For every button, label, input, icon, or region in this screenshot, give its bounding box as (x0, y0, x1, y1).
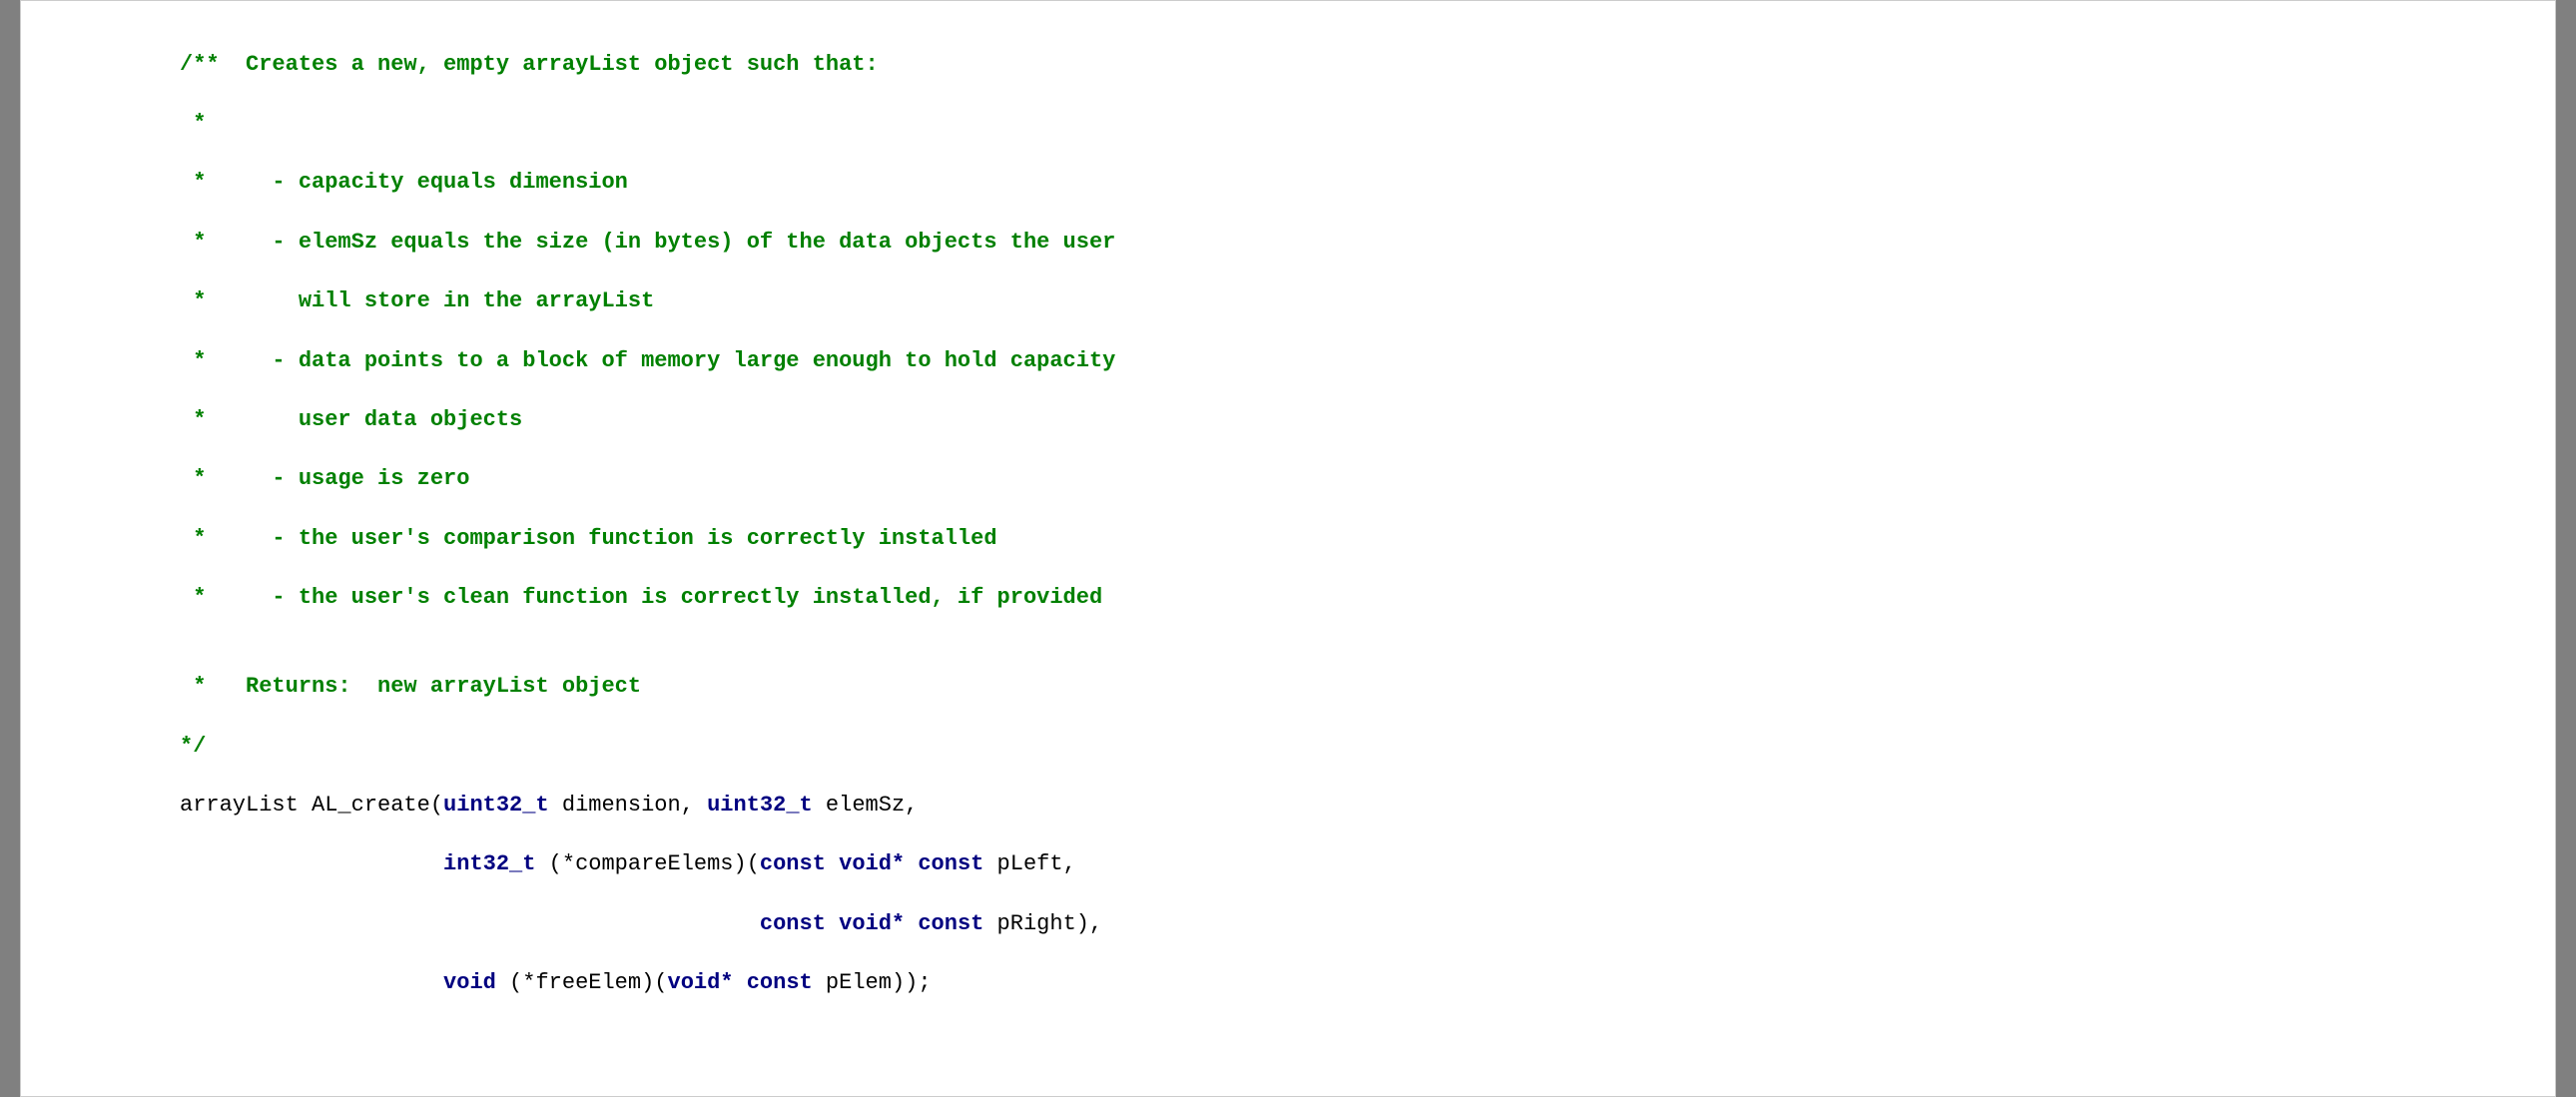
comment-line: * user data objects (180, 407, 522, 432)
comment-line: */ (180, 734, 206, 759)
comment-line: * - usage is zero (180, 466, 469, 491)
type-keyword: void (443, 970, 496, 995)
signature-line-4: void (*freeElem)(void* const pElem)); (180, 968, 2556, 998)
comment-line: /** Creates a new, empty arrayList objec… (180, 52, 879, 77)
const-keyword: const (760, 851, 826, 876)
const-keyword: const (760, 911, 826, 936)
code-text: pRight), (983, 911, 1102, 936)
signature-line-1: arrayList AL_create(uint32_t dimension, … (180, 791, 2556, 821)
code-text (826, 911, 839, 936)
code-text: pElem)); (813, 970, 932, 995)
code-text (734, 970, 747, 995)
code-text (905, 851, 918, 876)
signature-line-3: const void* const pRight), (180, 909, 2556, 939)
comment-line: * - the user's comparison function is co… (180, 526, 997, 551)
const-keyword: const (918, 911, 983, 936)
code-text: pLeft, (983, 851, 1075, 876)
comment-line: * (180, 111, 206, 136)
const-keyword: const (918, 851, 983, 876)
code-text (826, 851, 839, 876)
code-text (180, 970, 443, 995)
comment-line: * Returns: new arrayList object (180, 674, 641, 699)
type-keyword: void* (839, 851, 905, 876)
code-text: (*compareElems)( (535, 851, 759, 876)
comment-line: * - elemSz equals the size (in bytes) of… (180, 230, 1115, 255)
code-text: elemSz, (813, 793, 919, 818)
comment-line: * - data points to a block of memory lar… (180, 348, 1115, 373)
type-keyword: int32_t (443, 851, 535, 876)
comment-line: * - the user's clean function is correct… (180, 585, 1102, 610)
type-keyword: void* (668, 970, 734, 995)
comment-line: * will store in the arrayList (180, 288, 654, 313)
comment-line: * - capacity equals dimension (180, 170, 628, 195)
code-text: (*freeElem)( (496, 970, 668, 995)
type-keyword: void* (839, 911, 905, 936)
code-text (905, 911, 918, 936)
code-block: /** Creates a new, empty arrayList objec… (20, 20, 2556, 1057)
code-text: arrayList AL_create( (180, 793, 443, 818)
code-text: dimension, (549, 793, 707, 818)
type-keyword: uint32_t (443, 793, 549, 818)
const-keyword: const (747, 970, 813, 995)
code-text (180, 851, 443, 876)
code-text (180, 911, 760, 936)
type-keyword: uint32_t (707, 793, 813, 818)
document-page: /** Creates a new, empty arrayList objec… (20, 0, 2556, 1097)
signature-line-2: int32_t (*compareElems)(const void* cons… (180, 849, 2556, 879)
